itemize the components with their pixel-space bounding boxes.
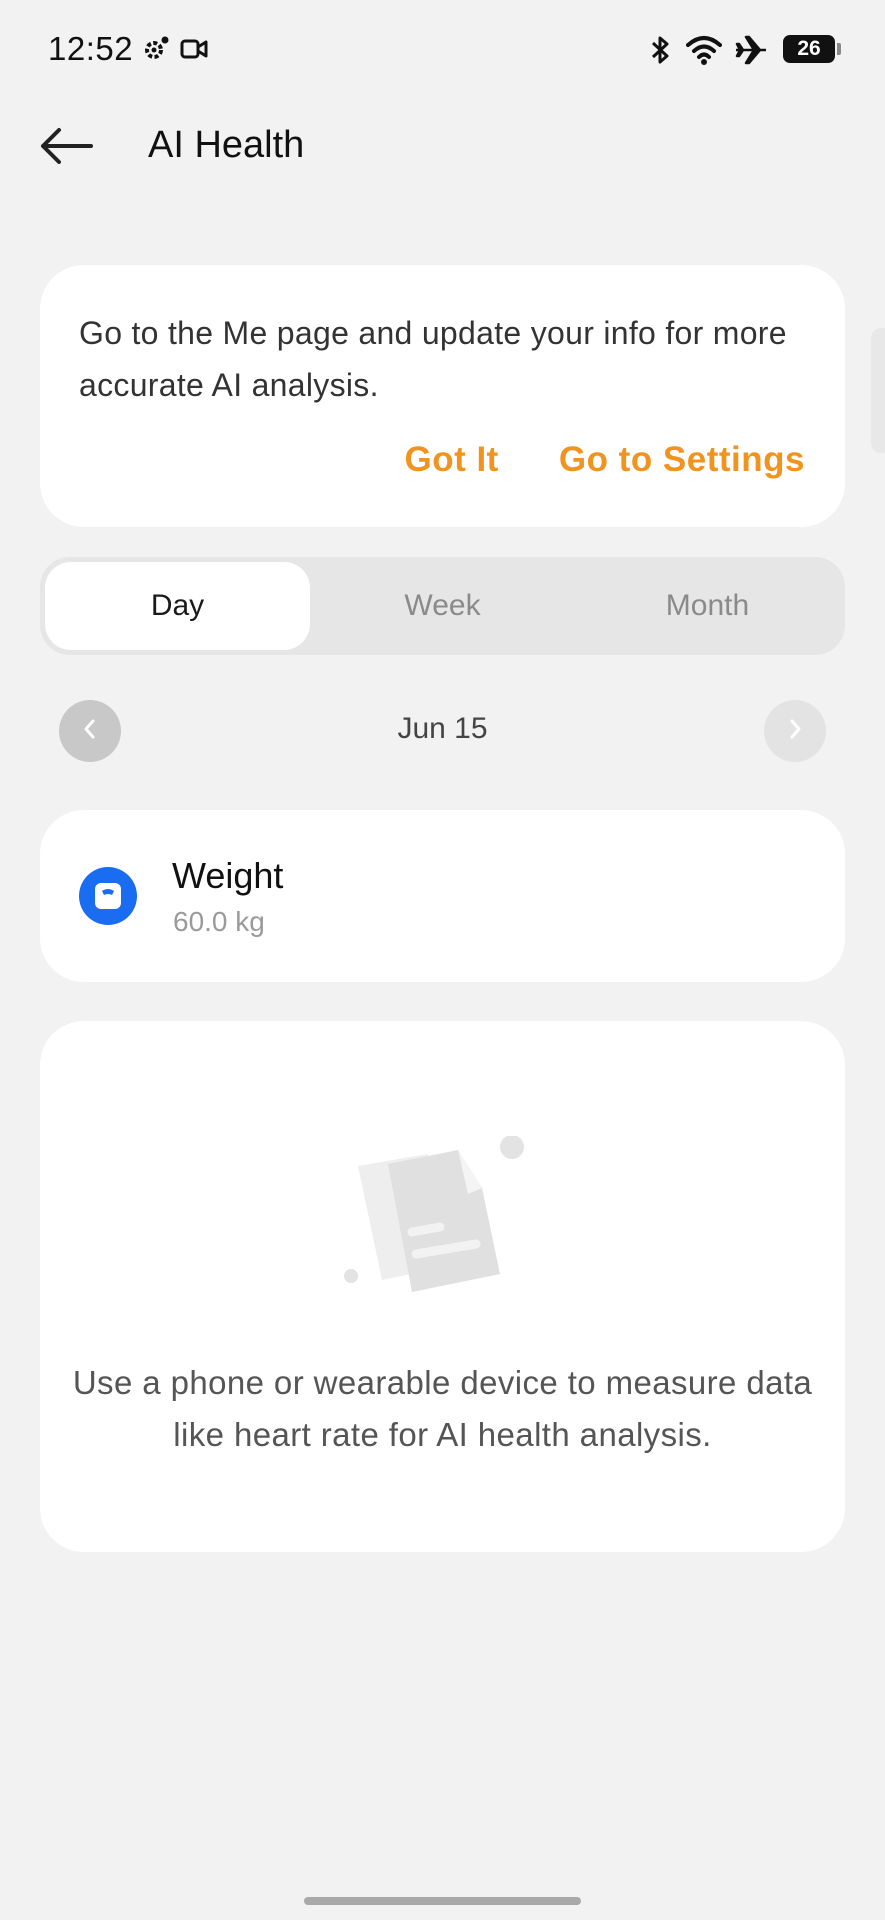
battery-tip xyxy=(837,43,841,55)
empty-state-message: Use a phone or wearable device to measur… xyxy=(72,1364,813,1453)
status-bar: 12:52 26 xyxy=(0,0,885,100)
document-illustration-icon xyxy=(340,1135,540,1311)
got-it-button[interactable]: Got It xyxy=(404,440,498,480)
prompt-message: Go to the Me page and update your info f… xyxy=(79,315,787,403)
airplane-mode-icon xyxy=(734,34,768,71)
tab-week[interactable]: Week xyxy=(310,562,575,650)
chevron-right-icon xyxy=(785,717,805,746)
weight-value: 60.0 kg xyxy=(173,906,265,937)
scale-icon xyxy=(79,867,137,925)
tab-day[interactable]: Day xyxy=(45,562,310,650)
video-camera-icon xyxy=(180,34,208,69)
bluetooth-icon xyxy=(648,34,674,71)
edge-handle[interactable] xyxy=(871,328,885,453)
update-info-prompt-card: Go to the Me page and update your info f… xyxy=(40,265,845,527)
battery-icon: 26 xyxy=(783,35,835,63)
page-title: AI Health xyxy=(148,124,305,166)
wifi-icon xyxy=(686,34,722,71)
back-button[interactable] xyxy=(36,118,96,178)
tab-month[interactable]: Month xyxy=(575,562,840,650)
prompt-actions: Got It Go to Settings xyxy=(404,440,805,480)
date-navigator: Jun 15 xyxy=(0,700,885,762)
arrow-left-icon xyxy=(39,126,93,171)
ai-health-screen: 12:52 26 AI Health Go to the Me page and… xyxy=(0,0,885,1920)
weight-title: Weight xyxy=(172,855,284,896)
go-to-settings-button[interactable]: Go to Settings xyxy=(559,440,805,480)
weight-card[interactable]: Weight 60.0 kg xyxy=(40,810,845,982)
status-time: 12:52 xyxy=(48,30,134,67)
home-indicator[interactable] xyxy=(304,1897,581,1905)
range-selector: Day Week Month xyxy=(40,557,845,655)
next-date-button[interactable] xyxy=(764,700,826,762)
empty-state-card: Use a phone or wearable device to measur… xyxy=(40,1021,845,1552)
current-date: Jun 15 xyxy=(397,712,488,745)
settings-gear-icon xyxy=(142,34,170,69)
